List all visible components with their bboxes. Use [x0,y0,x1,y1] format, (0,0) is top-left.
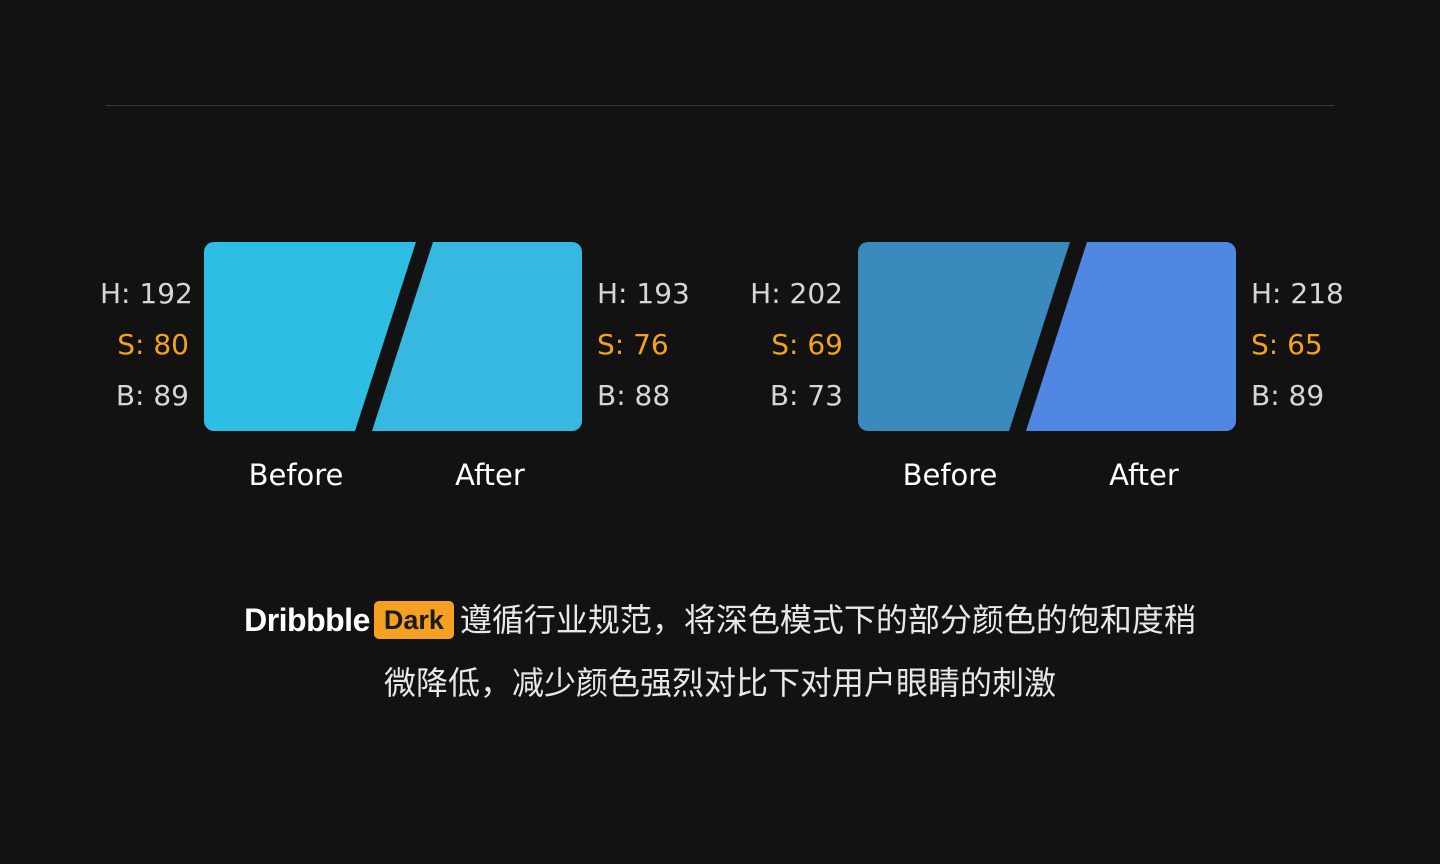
group1-before-brightness: B: 89 [115,379,189,412]
group1-after-brightness: B: 88 [597,379,671,412]
group1-after-saturation: S: 76 [597,328,669,361]
group2-after-hsb: H: 218 S: 65 B: 89 [1251,268,1344,421]
group2-after-hue: H: 218 [1251,277,1344,310]
group2-before-brightness: B: 73 [769,379,843,412]
group1-after-hue: H: 193 [597,277,690,310]
group1-color-swatch [204,242,582,431]
dark-badge: Dark [373,601,454,639]
group2-after-label: After [1109,458,1179,492]
group1-after-label: After [455,458,525,492]
group2-before-hue: H: 202 [750,277,843,310]
description-line-2: 微降低，减少颜色强烈对比下对用户眼睛的刺激 [383,664,1056,702]
group2-color-swatch [858,242,1236,431]
group1-before-label: Before [248,458,344,492]
group1-before-hue: H: 192 [100,277,193,310]
group1-before-hsb: H: 192 S: 80 B: 89 [100,268,193,421]
group2-after-brightness: B: 89 [1251,379,1325,412]
group2-before-label: Before [902,458,998,492]
group2-before-hsb: H: 202 S: 69 B: 73 [745,268,843,421]
dribbble-wordmark: Dribbble [244,602,370,638]
group1-before-saturation: S: 80 [117,328,189,361]
top-divider [106,105,1334,106]
group1-after-hsb: H: 193 S: 76 B: 88 [597,268,690,421]
description-line-1: Dribbble Dark 遵循行业规范，将深色模式下的部分颜色的饱和度稍 [0,596,1440,642]
group2-after-saturation: S: 65 [1251,328,1323,361]
description-text-1: 遵循行业规范，将深色模式下的部分颜色的饱和度稍 [459,601,1196,639]
group2-before-saturation: S: 69 [771,328,843,361]
